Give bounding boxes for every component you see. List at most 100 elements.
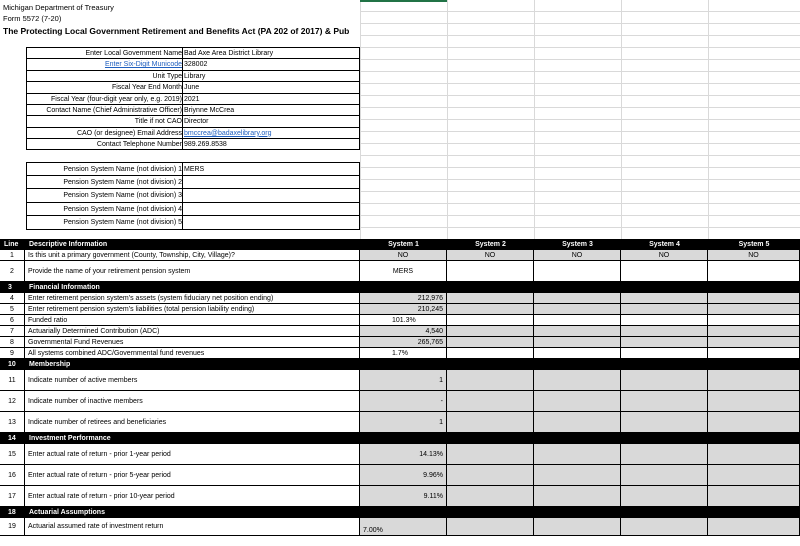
system-value-cell[interactable]: 4,540 bbox=[360, 326, 447, 337]
line-number: 13 bbox=[0, 412, 25, 433]
system-value-cell[interactable] bbox=[708, 370, 800, 391]
system-value-cell[interactable]: 1.7% bbox=[360, 348, 447, 359]
info-value[interactable]: Briynne McCrea bbox=[184, 107, 234, 114]
system-value-cell[interactable] bbox=[621, 293, 708, 304]
column-header-line: Line bbox=[4, 241, 19, 248]
info-value[interactable]: Director bbox=[184, 118, 209, 125]
info-value[interactable]: bmccrea@badaxelibrary.org bbox=[184, 130, 272, 137]
gridline-horizontal bbox=[360, 35, 800, 36]
system-value-cell[interactable] bbox=[621, 518, 708, 536]
system-value-cell[interactable]: NO bbox=[360, 250, 447, 261]
system-value-cell[interactable] bbox=[534, 304, 621, 315]
system-value-cell[interactable] bbox=[447, 304, 534, 315]
system-value-cell[interactable] bbox=[708, 444, 800, 465]
system-value-cell[interactable] bbox=[621, 337, 708, 348]
system-value-cell[interactable]: 212,976 bbox=[360, 293, 447, 304]
gridline-horizontal bbox=[360, 107, 800, 108]
system-value-cell[interactable] bbox=[447, 465, 534, 486]
system-value-cell[interactable] bbox=[447, 486, 534, 507]
system-value-cell[interactable] bbox=[447, 391, 534, 412]
line-number: 12 bbox=[0, 391, 25, 412]
system-value-cell[interactable] bbox=[534, 370, 621, 391]
system-value-cell[interactable] bbox=[708, 261, 800, 282]
system-value-cell[interactable]: - bbox=[360, 391, 447, 412]
system-value-cell[interactable] bbox=[708, 412, 800, 433]
system-value-cell[interactable]: 265,765 bbox=[360, 337, 447, 348]
table-row: 9 All systems combined ADC/Governmental f… bbox=[0, 348, 800, 359]
system-value-cell[interactable] bbox=[621, 326, 708, 337]
system-value-cell[interactable]: 9.96% bbox=[360, 465, 447, 486]
system-value-cell[interactable] bbox=[708, 326, 800, 337]
system-value-cell[interactable] bbox=[534, 348, 621, 359]
system-value-cell[interactable] bbox=[447, 261, 534, 282]
system-value-cell[interactable] bbox=[621, 391, 708, 412]
table-row: 12 Indicate number of inactive members - bbox=[0, 391, 800, 412]
system-value-cell[interactable] bbox=[621, 370, 708, 391]
system-value-cell[interactable] bbox=[621, 261, 708, 282]
info-value[interactable]: 328002 bbox=[184, 61, 207, 68]
info-label[interactable]: Enter Six-Digit Municode bbox=[105, 61, 182, 68]
system-value-cell[interactable] bbox=[708, 337, 800, 348]
system-value-cell[interactable] bbox=[621, 315, 708, 326]
system-value-cell[interactable] bbox=[534, 315, 621, 326]
system-value-cell[interactable] bbox=[534, 293, 621, 304]
system-value-cell[interactable]: NO bbox=[534, 250, 621, 261]
system-value-cell[interactable] bbox=[447, 326, 534, 337]
system-value-cell[interactable]: MERS bbox=[360, 261, 447, 282]
system-value-cell[interactable] bbox=[621, 465, 708, 486]
system-value-cell[interactable]: NO bbox=[447, 250, 534, 261]
system-value-cell[interactable] bbox=[447, 518, 534, 536]
info-value[interactable]: 989.269.8538 bbox=[184, 141, 227, 148]
system-value-cell[interactable] bbox=[534, 326, 621, 337]
system-value-cell[interactable]: 1 bbox=[360, 370, 447, 391]
column-header-system: System 2 bbox=[475, 241, 506, 248]
system-value-cell[interactable] bbox=[621, 486, 708, 507]
system-value-cell[interactable] bbox=[447, 293, 534, 304]
info-value[interactable]: 2021 bbox=[184, 96, 200, 103]
system-value-cell[interactable] bbox=[708, 465, 800, 486]
system-value-cell[interactable]: 14.13% bbox=[360, 444, 447, 465]
system-value-cell[interactable] bbox=[708, 348, 800, 359]
system-value-cell[interactable] bbox=[621, 444, 708, 465]
system-value-cell[interactable]: 210,245 bbox=[360, 304, 447, 315]
system-value-cell[interactable]: 1 bbox=[360, 412, 447, 433]
system-value-cell[interactable] bbox=[447, 444, 534, 465]
info-value[interactable]: Library bbox=[184, 73, 205, 80]
row-description: Enter actual rate of return - prior 5-ye… bbox=[25, 465, 360, 486]
system-value-cell[interactable] bbox=[534, 337, 621, 348]
system-value-cell[interactable] bbox=[621, 412, 708, 433]
system-value-cell[interactable] bbox=[534, 486, 621, 507]
system-value-cell[interactable] bbox=[534, 261, 621, 282]
system-value-cell[interactable] bbox=[708, 293, 800, 304]
system-value-cell[interactable]: 101.3% bbox=[360, 315, 447, 326]
section-header-row: 3 Financial Information bbox=[0, 282, 800, 293]
system-value-cell[interactable] bbox=[621, 304, 708, 315]
system-value-cell[interactable] bbox=[447, 348, 534, 359]
system-value-cell[interactable] bbox=[708, 518, 800, 536]
system-value-cell[interactable] bbox=[447, 370, 534, 391]
system-value-cell[interactable] bbox=[708, 304, 800, 315]
system-value-cell[interactable] bbox=[534, 391, 621, 412]
system-value-cell[interactable] bbox=[447, 337, 534, 348]
system-value-cell[interactable] bbox=[534, 444, 621, 465]
system-value-cell[interactable] bbox=[621, 348, 708, 359]
system-value-cell[interactable]: NO bbox=[621, 250, 708, 261]
info-value[interactable]: Bad Axe Area District Library bbox=[184, 50, 273, 57]
system-value-cell[interactable] bbox=[447, 412, 534, 433]
line-number: 19 bbox=[0, 518, 25, 536]
row-description: Governmental Fund Revenues bbox=[25, 337, 360, 348]
system-value-cell[interactable]: NO bbox=[708, 250, 800, 261]
info-value[interactable]: June bbox=[184, 84, 199, 91]
system-value-cell[interactable] bbox=[534, 412, 621, 433]
row-description: Enter retirement pension system's assets… bbox=[25, 293, 360, 304]
system-value-cell[interactable] bbox=[534, 465, 621, 486]
system-value-cell[interactable] bbox=[447, 315, 534, 326]
system-value-cell[interactable]: 9.11% bbox=[360, 486, 447, 507]
system-value-cell[interactable] bbox=[708, 391, 800, 412]
system-value-cell[interactable] bbox=[708, 486, 800, 507]
row-description: Enter actual rate of return - prior 10-y… bbox=[25, 486, 360, 507]
system-value-cell[interactable]: 7.00% bbox=[360, 518, 447, 536]
system-value-cell[interactable] bbox=[534, 518, 621, 536]
pension-value[interactable]: MERS bbox=[184, 166, 204, 173]
system-value-cell[interactable] bbox=[708, 315, 800, 326]
